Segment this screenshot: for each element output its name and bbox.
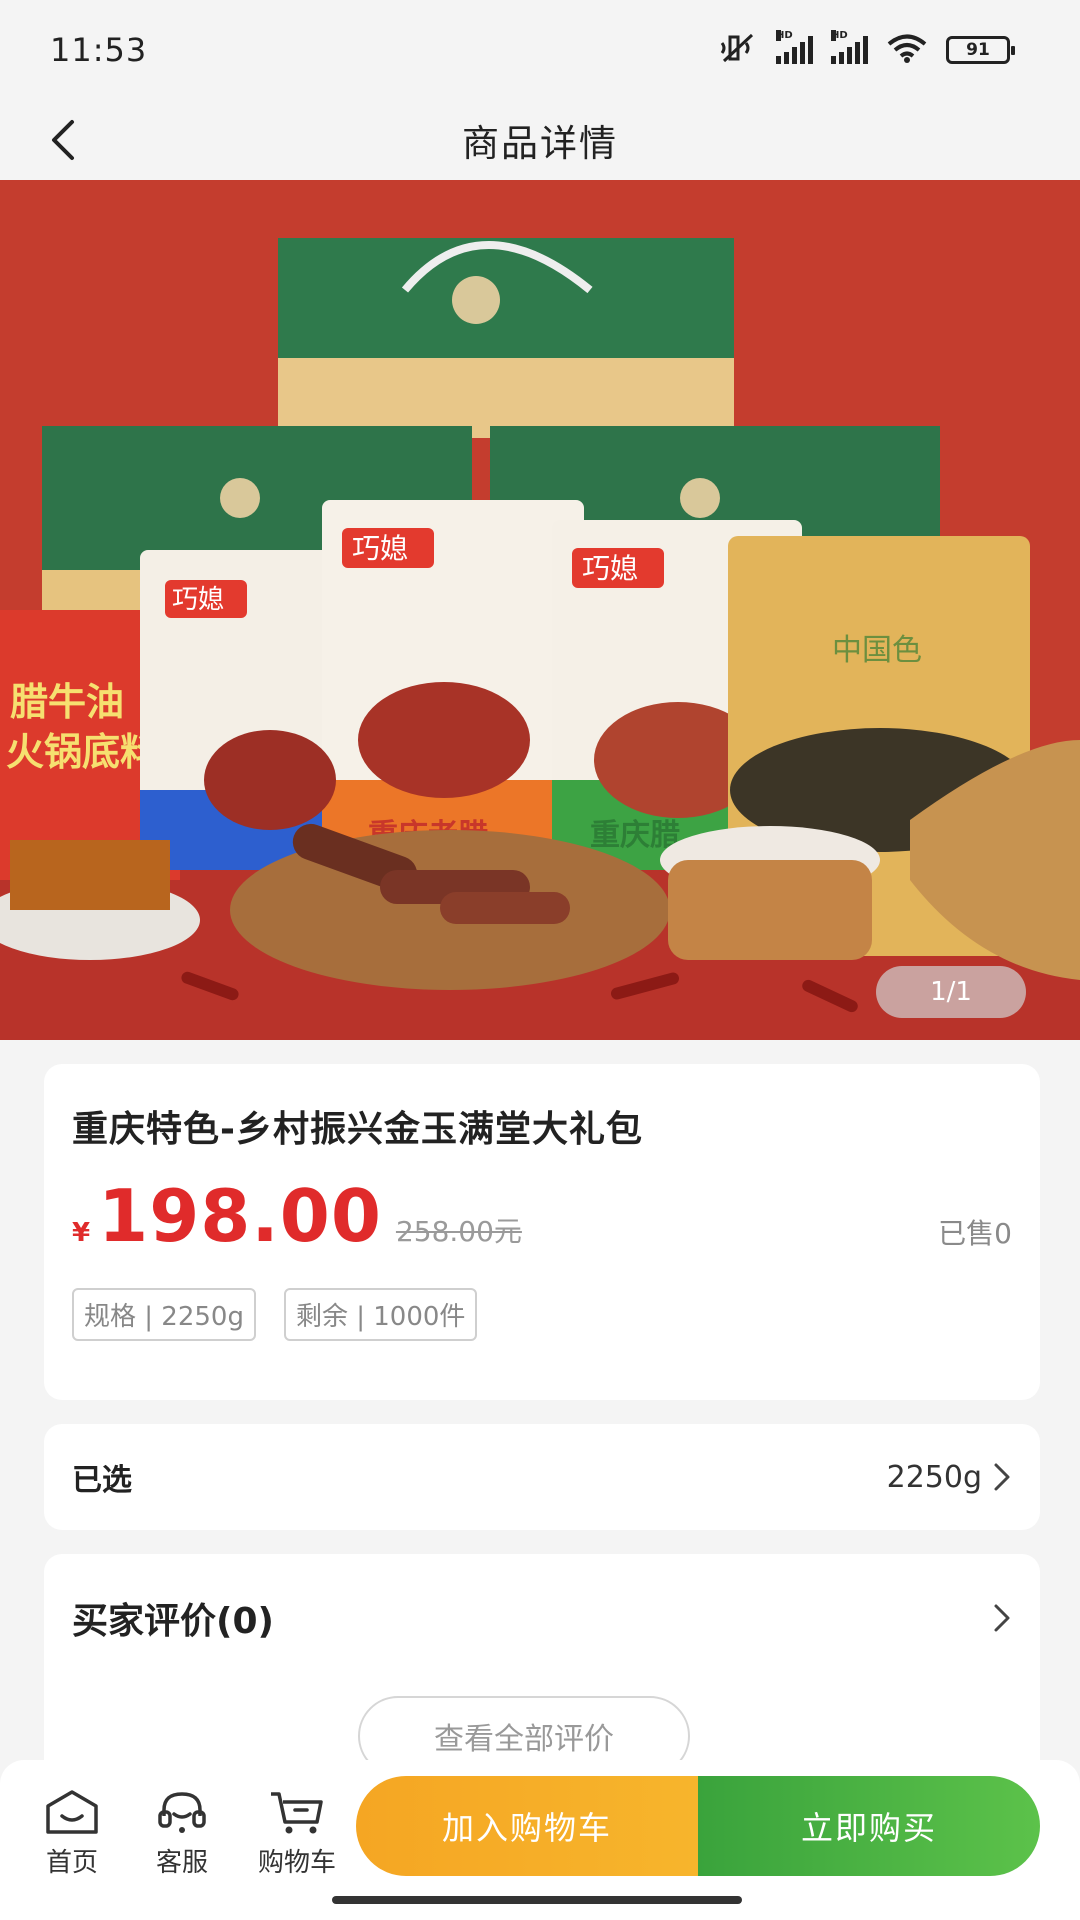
- price-row: ¥ 198.00 258.00元 已售0: [72, 1174, 1012, 1258]
- signal-icon: HD: [776, 30, 813, 64]
- brand-text-1: 巧媳: [172, 585, 224, 615]
- spec-tag: 规格 | 2250g: [72, 1288, 256, 1341]
- chevron-right-icon: [994, 1604, 1010, 1632]
- brand-text-2: 巧媳: [352, 532, 408, 565]
- original-price: 258.00元: [395, 1215, 522, 1248]
- product-tags: 规格 | 2250g 剩余 | 1000件: [72, 1288, 1012, 1341]
- product-name: 重庆特色-乡村振兴金玉满堂大礼包: [72, 1109, 643, 1150]
- product-image: 腊牛油 火锅底料 巧媳 巧媳 巧媳 重庆老腊 重庆腊 中国色: [0, 180, 1080, 1040]
- chevron-right-icon: [994, 1463, 1010, 1491]
- selected-spec-row[interactable]: 已选 2250g: [44, 1424, 1040, 1530]
- package-text-1: 腊牛油: [10, 680, 124, 724]
- cart-icon: [271, 1792, 323, 1834]
- product-info-card: 重庆特色-乡村振兴金玉满堂大礼包 ¥ 198.00 258.00元 已售0 规格…: [44, 1064, 1040, 1400]
- buy-now-button[interactable]: 立即购买: [698, 1776, 1040, 1876]
- title-bar: 商品详情: [0, 100, 1080, 180]
- currency-symbol: ¥: [72, 1218, 91, 1248]
- nav-home-label: 首页: [45, 1848, 98, 1878]
- image-pager: 1/1: [876, 966, 1026, 1018]
- mute-icon: [718, 33, 758, 67]
- status-bar: 11:53 HD HD 91: [0, 0, 1080, 100]
- selected-value-group[interactable]: 2250g: [887, 1460, 1012, 1495]
- chevron-left-icon: [52, 120, 74, 160]
- reviews-card: 买家评价(0) 查看全部评价: [44, 1554, 1040, 1794]
- nav-service-label: 客服: [155, 1848, 208, 1878]
- reviews-header[interactable]: 买家评价(0): [72, 1592, 1012, 1644]
- package-side-text: 中国色: [832, 633, 922, 668]
- battery-icon: 91: [946, 36, 1015, 64]
- wifi-icon: [886, 33, 928, 67]
- nav-cart-label: 购物车: [258, 1848, 337, 1878]
- nav-service[interactable]: 客服: [152, 1788, 212, 1879]
- purchase-button-group: 加入购物车 立即购买: [356, 1776, 1040, 1876]
- add-to-cart-button[interactable]: 加入购物车: [356, 1776, 698, 1876]
- reviews-title: 买家评价(0): [72, 1601, 274, 1642]
- stock-tag: 剩余 | 1000件: [283, 1288, 478, 1341]
- package-text-4: 重庆腊: [590, 818, 680, 853]
- status-icons: HD HD 91: [718, 30, 1015, 67]
- nav-home[interactable]: 首页: [42, 1788, 102, 1879]
- package-text-2: 火锅底料: [6, 730, 158, 774]
- product-price: 198.00: [98, 1174, 382, 1258]
- sold-count: 已售0: [938, 1217, 1012, 1250]
- home-indicator[interactable]: [332, 1896, 742, 1904]
- selected-value: 2250g: [886, 1459, 982, 1495]
- nav-cart[interactable]: 购物车: [258, 1788, 336, 1879]
- product-image-carousel[interactable]: 腊牛油 火锅底料 巧媳 巧媳 巧媳 重庆老腊 重庆腊 中国色: [0, 180, 1080, 1040]
- signal-icon: HD: [831, 30, 868, 64]
- status-time: 11:53: [50, 31, 148, 69]
- selected-label: 已选: [72, 1463, 132, 1498]
- back-button[interactable]: [36, 114, 88, 166]
- page-title: 商品详情: [462, 122, 618, 165]
- headset-icon: [158, 1792, 206, 1833]
- home-icon: [46, 1790, 98, 1834]
- brand-text-3: 巧媳: [582, 552, 638, 585]
